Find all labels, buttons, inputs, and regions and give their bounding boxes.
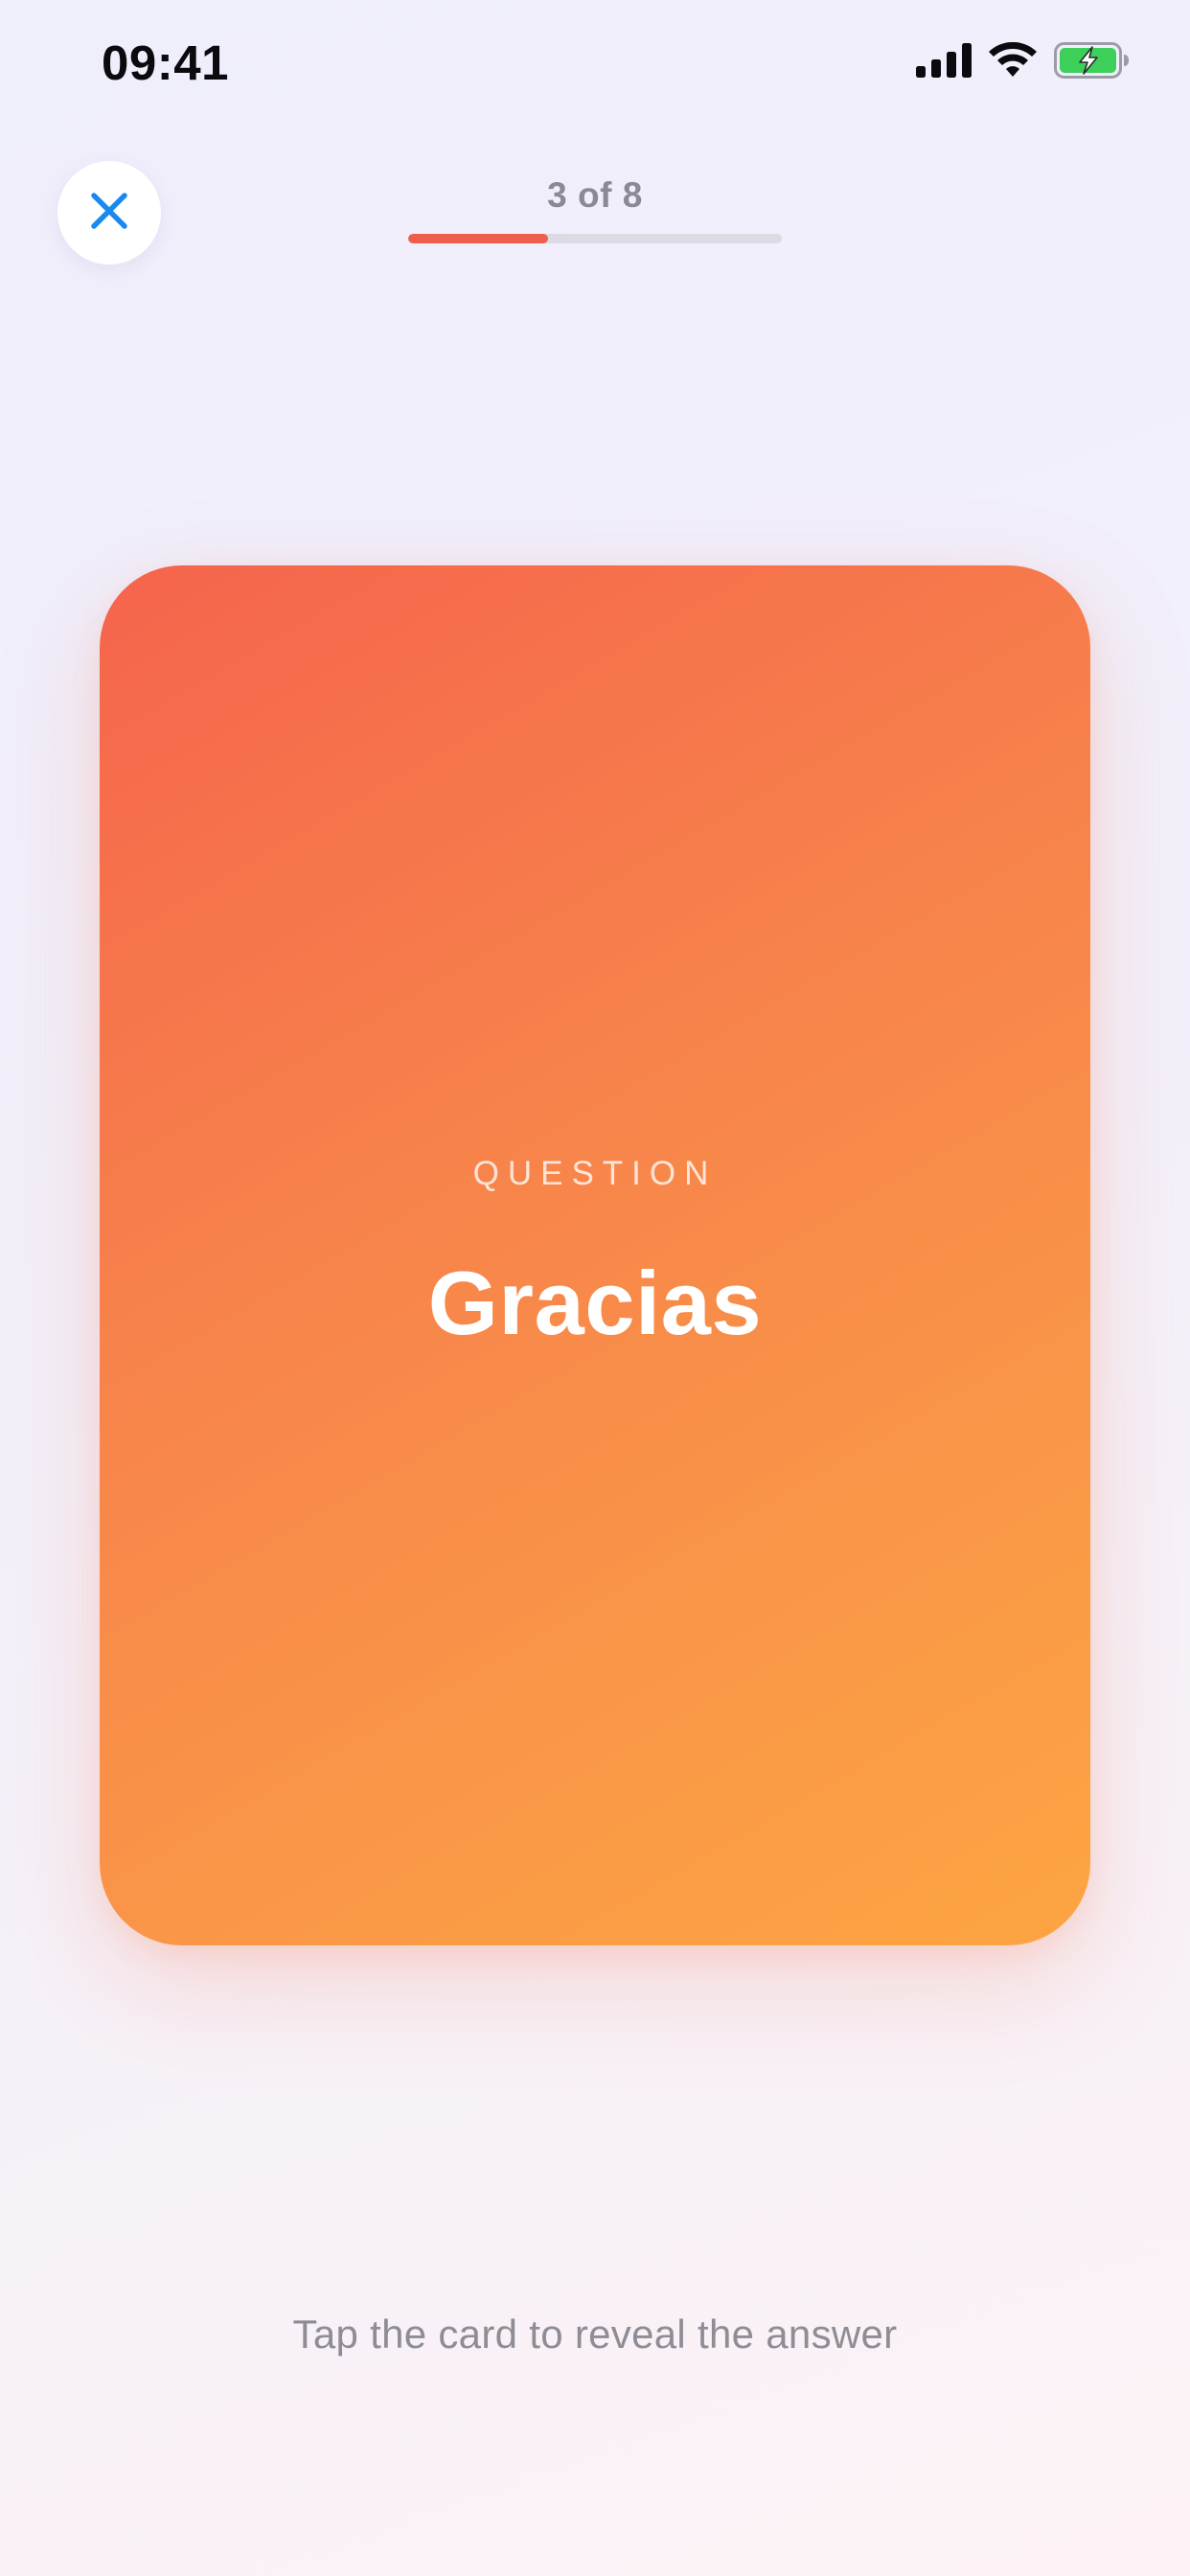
close-button[interactable] [57,161,161,264]
card-word: Gracias [427,1253,763,1353]
close-icon [89,191,129,236]
progress-track [408,234,782,243]
progress-fill [408,234,549,243]
status-bar: 09:41 [0,0,1190,125]
reveal-hint: Tap the card to reveal the answer [292,2312,898,2357]
flash-card[interactable]: QUESTION Gracias [100,565,1090,1945]
wifi-icon [989,41,1037,83]
cellular-signal-icon [916,43,972,82]
progress-indicator: 3 of 8 [408,172,782,243]
card-question-label: QUESTION [472,1155,718,1192]
status-icons [916,41,1131,83]
status-time: 09:41 [102,35,229,90]
battery-charging-icon [1054,42,1131,83]
progress-label: 3 of 8 [547,175,643,215]
